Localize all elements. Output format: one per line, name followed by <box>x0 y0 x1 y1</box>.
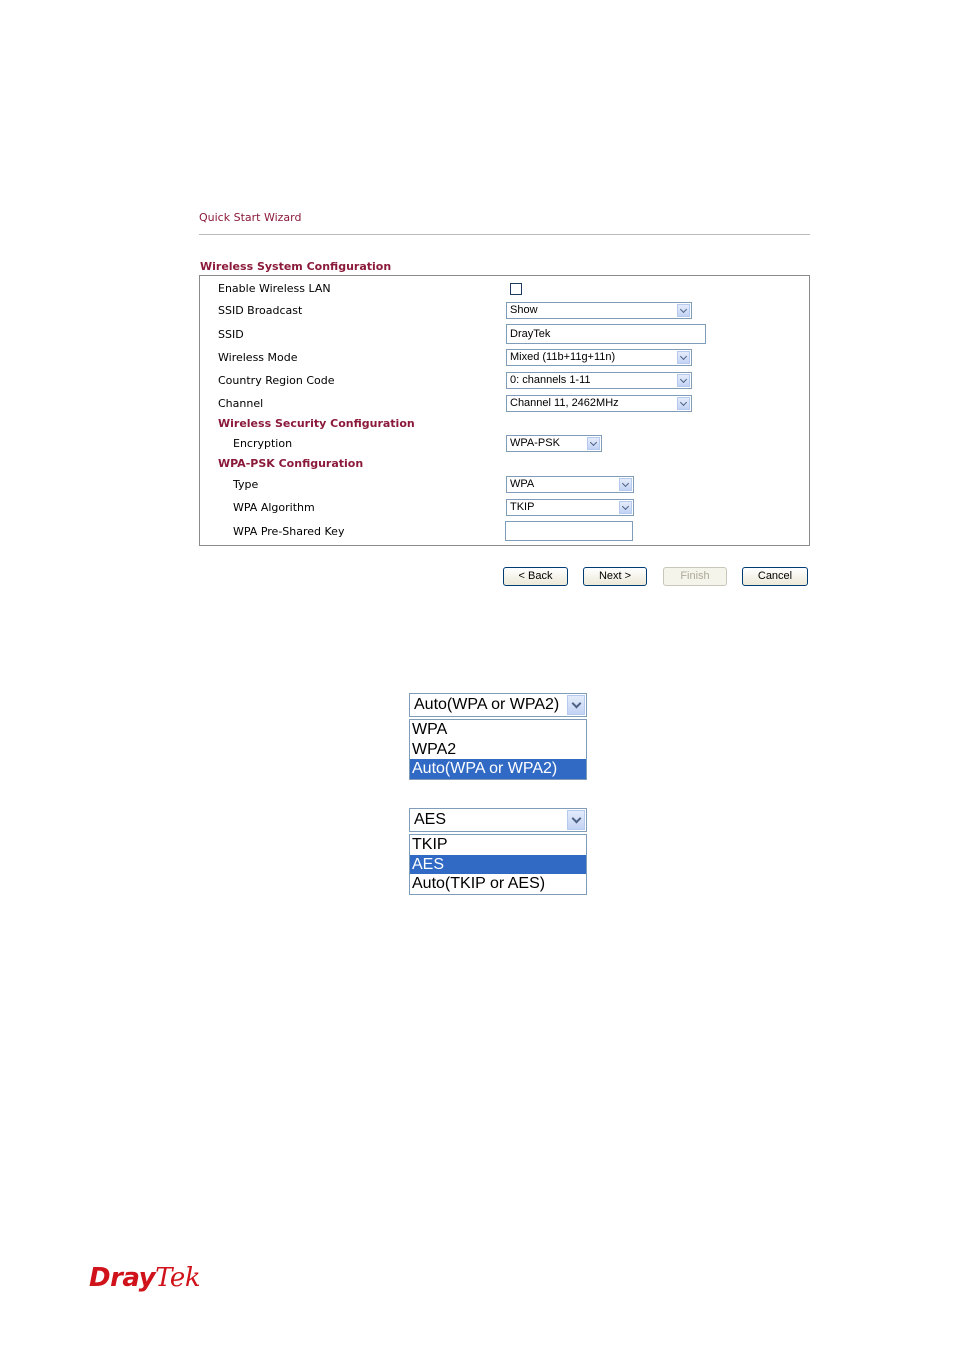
chevron-down-icon[interactable] <box>677 304 690 317</box>
channel-label: Channel <box>218 397 264 410</box>
logo-part-tek: Tek <box>155 1263 201 1293</box>
section-title: Wireless System Configuration <box>200 260 392 273</box>
ssid-broadcast-select[interactable]: Show <box>506 302 692 319</box>
type-label: Type <box>233 478 259 491</box>
type-dropdown-list: WPA WPA2 Auto(WPA or WPA2) <box>409 719 587 780</box>
chevron-down-icon[interactable] <box>677 351 690 364</box>
encryption-label: Encryption <box>233 437 293 450</box>
wpa-algorithm-value: TKIP <box>510 501 535 513</box>
wpa-psk-section-title: WPA-PSK Configuration <box>218 457 364 470</box>
algorithm-dropdown-list: TKIP AES Auto(TKIP or AES) <box>409 834 587 895</box>
logo-part-dray: Dray <box>89 1263 156 1293</box>
type-dropdown-selected: Auto(WPA or WPA2) <box>414 696 560 713</box>
algorithm-option-auto[interactable]: Auto(TKIP or AES) <box>410 874 586 894</box>
algorithm-option-aes[interactable]: AES <box>410 854 586 874</box>
channel-value: Channel 11, 2462MHz <box>510 397 619 409</box>
type-option-wpa[interactable]: WPA <box>410 720 586 740</box>
chevron-down-icon[interactable] <box>567 810 585 830</box>
enable-wireless-lan-label: Enable Wireless LAN <box>218 282 331 295</box>
channel-select[interactable]: Channel 11, 2462MHz <box>506 395 692 412</box>
enable-wireless-lan-checkbox[interactable] <box>510 283 522 295</box>
wpa-algorithm-select[interactable]: TKIP <box>506 499 634 516</box>
back-button[interactable]: < Back <box>503 567 568 586</box>
wpa-pre-shared-key-input[interactable] <box>505 521 633 541</box>
draytek-logo: DrayTek <box>89 1263 201 1293</box>
type-option-auto[interactable]: Auto(WPA or WPA2) <box>410 759 586 779</box>
algorithm-dropdown-selected: AES <box>414 811 447 828</box>
type-dropdown-select[interactable]: Auto(WPA or WPA2) <box>409 693 587 717</box>
encryption-select[interactable]: WPA-PSK <box>506 435 602 452</box>
next-button[interactable]: Next > <box>583 567 647 586</box>
algorithm-dropdown-select[interactable]: AES <box>409 808 587 832</box>
title-divider <box>199 234 810 235</box>
type-option-wpa2[interactable]: WPA2 <box>410 740 586 760</box>
ssid-broadcast-value: Show <box>510 304 538 316</box>
wizard-title: Quick Start Wizard <box>199 211 302 224</box>
chevron-down-icon[interactable] <box>587 437 600 450</box>
type-value: WPA <box>510 478 535 490</box>
chevron-down-icon[interactable] <box>677 397 690 410</box>
security-section-title: Wireless Security Configuration <box>218 417 415 430</box>
chevron-down-icon[interactable] <box>619 478 632 491</box>
country-region-code-select[interactable]: 0: channels 1-11 <box>506 372 692 389</box>
ssid-input[interactable]: DrayTek <box>506 324 706 344</box>
chevron-down-icon[interactable] <box>677 374 690 387</box>
ssid-broadcast-label: SSID Broadcast <box>218 304 303 317</box>
wireless-mode-label: Wireless Mode <box>218 351 298 364</box>
wireless-mode-select[interactable]: Mixed (11b+11g+11n) <box>506 349 692 366</box>
country-region-code-label: Country Region Code <box>218 374 335 387</box>
ssid-label: SSID <box>218 328 244 341</box>
cancel-button[interactable]: Cancel <box>742 567 808 586</box>
chevron-down-icon[interactable] <box>567 695 585 715</box>
country-region-code-value: 0: channels 1-11 <box>510 374 591 386</box>
wpa-pre-shared-key-label: WPA Pre-Shared Key <box>233 525 345 538</box>
encryption-value: WPA-PSK <box>510 437 560 449</box>
wpa-algorithm-label: WPA Algorithm <box>233 501 315 514</box>
finish-button[interactable]: Finish <box>663 567 727 586</box>
chevron-down-icon[interactable] <box>619 501 632 514</box>
algorithm-option-tkip[interactable]: TKIP <box>410 835 586 855</box>
wireless-mode-value: Mixed (11b+11g+11n) <box>510 351 616 363</box>
type-select[interactable]: WPA <box>506 476 634 493</box>
